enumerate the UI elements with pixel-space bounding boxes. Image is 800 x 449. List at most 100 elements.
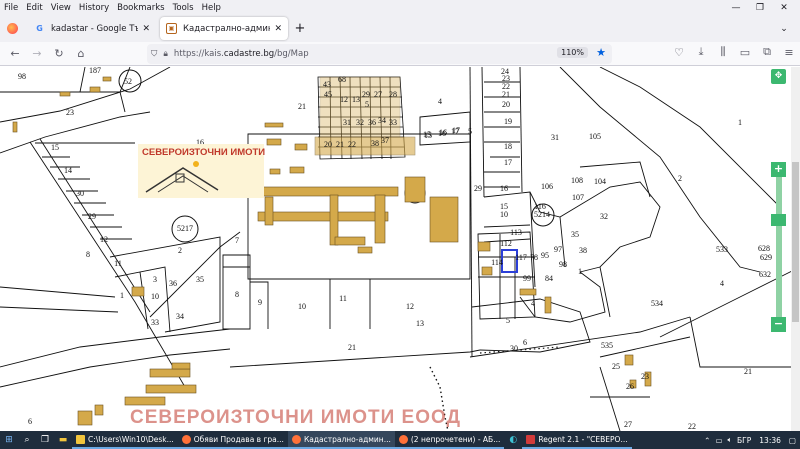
reload-icon[interactable]: ↻ (48, 44, 70, 64)
plot-number-label: 43 (323, 80, 331, 89)
menu-help[interactable]: Help (202, 3, 221, 13)
plot-number-label: 106 (541, 182, 553, 191)
plot-number-label: 32 (356, 118, 364, 127)
list-tabs-icon[interactable]: ⌄ (772, 17, 796, 40)
home-icon[interactable]: ⌂ (70, 44, 92, 64)
url-bar[interactable]: ⛉ 🔒︎ https://kais. cadastre.bg/bg/Map 110… (147, 44, 612, 64)
menu-bookmarks[interactable]: Bookmarks (117, 3, 165, 13)
pocket-icon[interactable]: ♡ (668, 42, 690, 62)
bookmark-star-icon[interactable]: ★ (596, 46, 606, 59)
volume-icon[interactable]: 🔈︎ (728, 435, 733, 445)
extensions-icon[interactable]: ⧉ (756, 42, 778, 62)
close-window-icon[interactable]: ✕ (772, 0, 796, 15)
lock-icon[interactable]: 🔒︎ (163, 49, 168, 59)
menu-tools[interactable]: Tools (173, 3, 194, 13)
map-canvas[interactable]: 98187522316151430291211852172172131036 35… (0, 67, 800, 431)
tab-label: kadastar - Google Търсене (51, 23, 139, 34)
plot-number-label: 68 (338, 75, 346, 84)
plot-number-label: 11 (339, 294, 347, 303)
plot-number-label: 533 (716, 245, 728, 254)
tray-chevron-icon[interactable]: ⌃ (704, 436, 710, 445)
toolbar-right: ♡ ⤓ ⫼ ▭ ⧉ ≡ (668, 42, 800, 66)
plot-number-label: 21 (348, 343, 356, 352)
plot-number-label: 7 (235, 236, 239, 245)
plot-number-label: 78 (530, 253, 538, 262)
plot-number-label: 4 (720, 279, 724, 288)
plot-number-label: 107 (572, 193, 584, 202)
scrollbar-thumb[interactable] (792, 162, 799, 322)
plot-number-label: 31 (343, 118, 351, 127)
forward-icon[interactable]: → (26, 44, 48, 64)
zoom-out-button[interactable]: − (771, 317, 786, 332)
plot-number-label: 31 (551, 133, 559, 142)
plot-number-label: 20 (502, 100, 510, 109)
taskbar-app-firefox-3[interactable]: (2 непрочетени) - АБ... (394, 431, 505, 449)
network-icon[interactable]: ▭ (715, 436, 722, 445)
cadastral-map[interactable]: 98 187 52 23 16 15 14 30 29 12 11 8 5217 21 7 2 1 3 10 36 35… (0, 67, 800, 431)
plot-number-label: 534 (651, 299, 663, 308)
zoom-in-button[interactable]: + (771, 162, 786, 177)
restore-icon[interactable]: ❐ (748, 0, 772, 15)
taskbar-app-firefox-1[interactable]: Обяви Продава в гра... (177, 431, 288, 449)
explorer-icon[interactable]: ▬ (54, 431, 72, 449)
clock[interactable]: 13:36 (759, 436, 781, 445)
plot-number-label: 1 (578, 267, 582, 276)
menu-file[interactable]: File (4, 3, 18, 13)
plot-number-label: 30 (510, 344, 518, 353)
tab-label: Кадастрално-административн (183, 23, 270, 34)
tab-google-search[interactable]: G kadastar - Google Търсене ✕ (28, 17, 156, 40)
plot-number-label: 12 (340, 95, 348, 104)
zoom-track[interactable] (776, 162, 782, 332)
task-view-icon[interactable]: ❐ (36, 431, 54, 449)
taskbar-app-explorer[interactable]: C:\Users\Win10\Desk... (72, 431, 178, 449)
plot-number-label: 27 (374, 90, 382, 99)
plot-number-label: 22 (688, 422, 696, 431)
plot-number-label: 22 (348, 140, 356, 149)
edge-icon[interactable]: ◐ (504, 431, 522, 449)
plot-number-label: 10 (151, 292, 159, 301)
map-zoom-control[interactable]: + − (771, 162, 786, 332)
plot-number-label: 21 (502, 90, 510, 99)
plot-number-label: 37 (381, 136, 389, 145)
downloads-icon[interactable]: ⤓ (690, 42, 712, 62)
new-tab-button[interactable]: + (288, 17, 312, 40)
page-scrollbar[interactable] (791, 67, 800, 431)
plot-number-label: 14 (64, 166, 72, 175)
plot-number-label: 4 (531, 299, 535, 308)
windows-start-icon[interactable]: ⊞ (0, 431, 18, 449)
map-nav-icon[interactable]: ✥ (771, 69, 786, 84)
taskbar-app-regent[interactable]: Regent 2.1 - "СЕВЕРО... (522, 431, 632, 449)
plot-number-label: 13 (416, 319, 424, 328)
plot-number-label: 3 (153, 275, 157, 284)
notifications-icon[interactable]: ▢ (789, 436, 796, 445)
url-domain: cadastre.bg (223, 49, 275, 59)
reader-icon[interactable]: ▭ (734, 42, 756, 62)
menu-view[interactable]: View (51, 3, 71, 13)
tab-close-icon[interactable]: ✕ (274, 24, 282, 34)
company-logo: СЕВЕРОИЗТОЧНИ ИМОТИ (138, 144, 265, 198)
library-icon[interactable]: ⫼ (712, 42, 734, 62)
plot-number-label: 5 (506, 316, 510, 325)
zoom-level[interactable]: 110% (557, 47, 588, 58)
firefox-icon (181, 434, 191, 444)
plot-number-label: 98 (559, 260, 567, 269)
shield-icon[interactable]: ⛉ (151, 49, 157, 59)
search-icon[interactable]: ⌕ (18, 431, 36, 449)
plot-number-label: 35 (571, 230, 579, 239)
app-menu-icon[interactable]: ≡ (778, 42, 800, 62)
menu-edit[interactable]: Edit (26, 3, 42, 13)
language-indicator[interactable]: БГР (737, 436, 751, 445)
minimize-icon[interactable]: — (724, 0, 748, 15)
tab-cadastre[interactable]: ▣ Кадастрално-административн ✕ (160, 17, 288, 40)
plot-number-label: 28 (389, 90, 397, 99)
plot-number-label: 4 (438, 97, 442, 106)
firefox-view-button[interactable] (0, 17, 24, 40)
taskbar-app-label: (2 непрочетени) - АБ... (410, 434, 501, 444)
plot-number-label: 15 (51, 143, 59, 152)
tab-close-icon[interactable]: ✕ (142, 24, 150, 34)
zoom-slider-handle[interactable] (771, 214, 786, 226)
back-icon[interactable]: ← (4, 44, 26, 64)
menu-history[interactable]: History (79, 3, 109, 13)
plot-number-label: 13 (352, 95, 360, 104)
taskbar-app-firefox-2[interactable]: Кадастрално-админ... (287, 431, 395, 449)
